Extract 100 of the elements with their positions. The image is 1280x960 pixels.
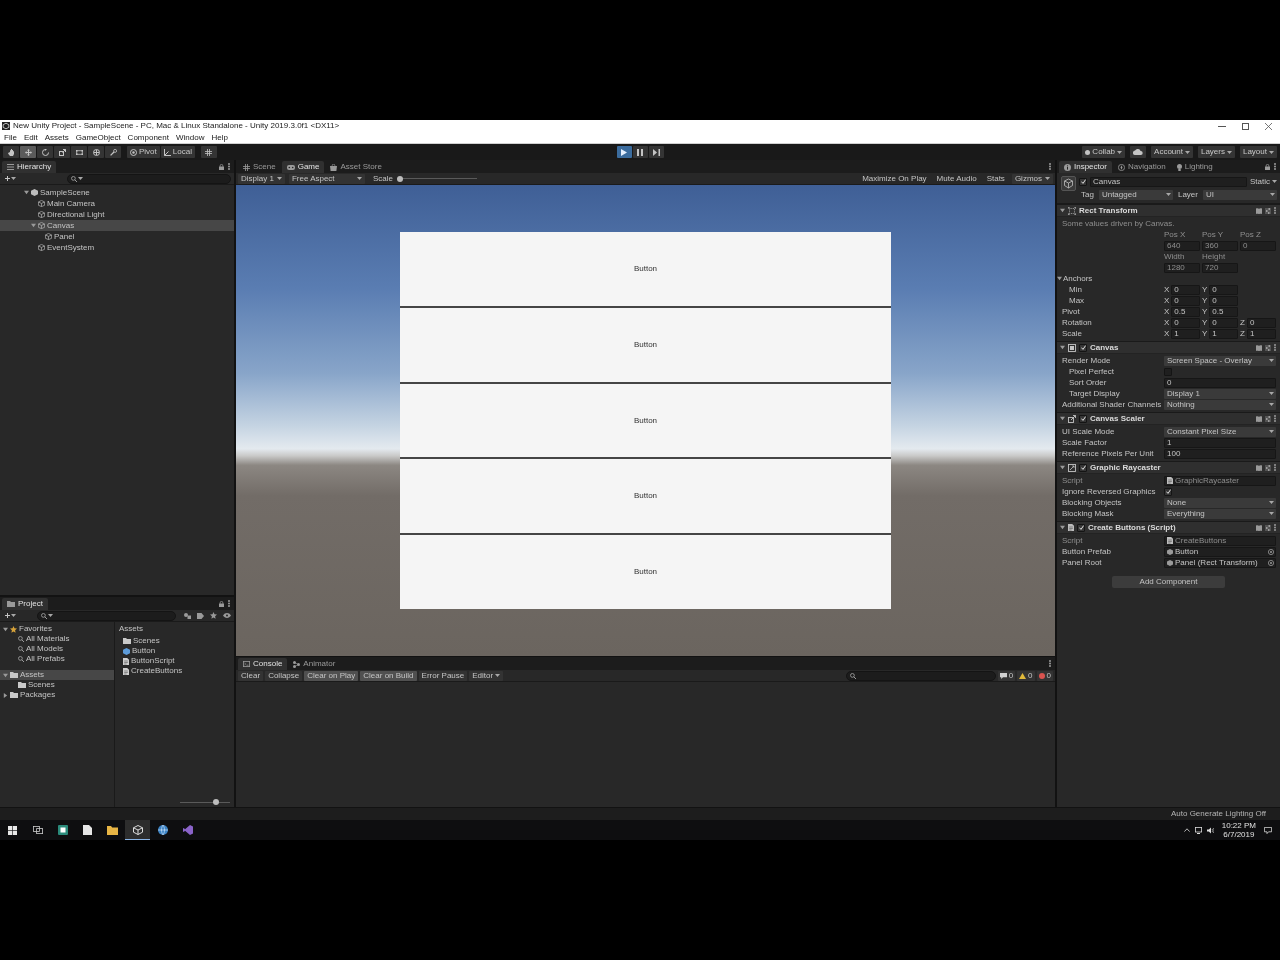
checkbox[interactable] [1077,523,1085,532]
tool-button[interactable] [54,146,70,158]
toggle-button[interactable]: Error Pause [418,670,468,681]
add-component-button[interactable]: Add Component [1112,576,1225,588]
input-field[interactable]: 0.5 [1171,306,1200,317]
sliders-icon[interactable] [1265,524,1271,531]
tree-item[interactable]: Panel [0,231,234,242]
expand-arrow-icon[interactable] [3,692,8,698]
tree-item[interactable]: All Models [0,644,114,654]
star-icon[interactable] [210,612,217,619]
view-tab[interactable]: Asset Store [325,161,387,173]
asset-item[interactable]: ButtonScript [123,656,175,666]
dropdown-button[interactable]: Editor [469,670,504,681]
input-field[interactable]: 640 [1164,240,1200,251]
gizmos-dropdown[interactable]: Gizmos [1011,173,1053,184]
snap-button[interactable] [200,146,217,158]
input-field[interactable]: 0 [1209,295,1238,306]
tool-button[interactable] [88,146,104,158]
pivot-button[interactable]: Pivot [127,146,160,158]
book-icon[interactable] [1256,464,1262,471]
four-panes-icon[interactable] [8,825,17,835]
tool-button[interactable] [71,146,87,158]
tag-dropdown[interactable]: Untagged [1098,189,1173,200]
view-tab[interactable]: Scene [238,161,281,173]
lock-icon[interactable] [219,163,224,170]
toggle-button[interactable]: Stats [983,173,1008,184]
expand-arrow-icon[interactable] [1060,208,1065,213]
asset-item[interactable]: Button [123,646,156,656]
expand-arrow-icon[interactable] [24,190,29,195]
menu-item[interactable]: Window [175,133,205,142]
tree-item[interactable]: Main Camera [0,198,234,209]
search-field[interactable] [845,670,996,681]
game-button[interactable]: Button [399,535,892,609]
input-field[interactable]: 0 [1164,377,1276,388]
input-field[interactable]: 0 [1171,295,1200,306]
breadcrumb[interactable]: Assets [119,625,143,633]
playback-button[interactable] [616,146,632,158]
expand-arrow-icon[interactable] [1057,276,1062,281]
menu-item[interactable]: GameObject [75,133,121,142]
monitor-icon[interactable] [1194,826,1202,834]
input-field[interactable]: 1 [1209,328,1238,339]
view-tab[interactable]: Game [281,161,325,173]
create-button[interactable] [3,610,18,621]
minimize-icon[interactable] [1218,125,1226,127]
name-field[interactable]: Canvas [1090,176,1247,187]
chevron-up-icon[interactable] [1183,828,1190,832]
speaker-icon[interactable] [1206,826,1214,834]
expand-arrow-icon[interactable] [1060,345,1065,350]
input-field[interactable]: 720 [1202,262,1238,273]
toggle-button[interactable]: Clear on Build [360,670,417,681]
collab-button[interactable]: Collab [1082,146,1126,158]
tree-item[interactable]: Assets [0,670,114,680]
lock-icon[interactable] [1265,163,1270,170]
checkbox[interactable] [1164,487,1172,496]
close-icon[interactable] [1265,122,1272,130]
asset-item[interactable]: CreateButtons [123,666,183,676]
maximize-icon[interactable] [1242,122,1249,130]
input-field[interactable]: 1 [1246,328,1276,339]
eye-icon[interactable] [223,613,231,618]
book-icon[interactable] [1256,344,1262,351]
tool-button[interactable] [3,146,19,158]
input-field[interactable]: 0.5 [1209,306,1238,317]
inspector-tab[interactable]: Lighting [1171,161,1218,173]
menu-item[interactable]: File [4,133,17,142]
input-field[interactable]: 1280 [1164,262,1200,273]
clear-button[interactable]: Clear [238,670,264,681]
space-button[interactable]: Local [160,146,195,158]
account-button[interactable]: Account [1151,146,1193,158]
expand-arrow-icon[interactable] [31,223,36,228]
input-field[interactable]: 100 [1164,448,1276,459]
dropdown[interactable]: Everything [1164,508,1276,519]
book-icon[interactable] [1256,524,1262,531]
tool-button[interactable] [37,146,53,158]
expand-arrow-icon[interactable] [1060,416,1065,421]
input-field[interactable]: 1 [1164,437,1276,448]
slider-thumb[interactable] [213,799,219,805]
expand-arrow-icon[interactable] [3,672,8,678]
checkbox[interactable] [1164,367,1172,376]
game-button[interactable]: Button [399,459,892,534]
checkbox[interactable] [1079,414,1087,423]
slider-thumb[interactable] [396,175,403,182]
log-count-button[interactable]: 0 [997,670,1016,681]
book-icon[interactable] [1256,207,1262,214]
input-field[interactable]: 0 [1240,240,1276,251]
inspector-tab[interactable]: Inspector [1059,161,1112,173]
dropdown[interactable]: Screen Space - Overlay [1164,355,1276,366]
sliders-icon[interactable] [1265,464,1271,471]
static-dropdown[interactable]: Static [1250,177,1277,186]
asset-item[interactable]: Scenes [123,636,160,646]
input-field[interactable]: 0 [1246,317,1276,328]
sliders-icon[interactable] [1265,207,1271,214]
tree-item[interactable]: All Materials [0,634,114,644]
object-field[interactable]: GraphicRaycaster [1164,475,1276,486]
toggle-button[interactable]: Mute Audio [933,173,980,184]
tag-icon[interactable] [197,612,204,619]
layers-button[interactable]: Layers [1197,146,1235,158]
input-field[interactable]: 1 [1171,328,1200,339]
dropdown[interactable]: Nothing [1164,399,1276,410]
cloud-button[interactable] [1130,146,1147,158]
checkbox[interactable] [1079,463,1087,472]
